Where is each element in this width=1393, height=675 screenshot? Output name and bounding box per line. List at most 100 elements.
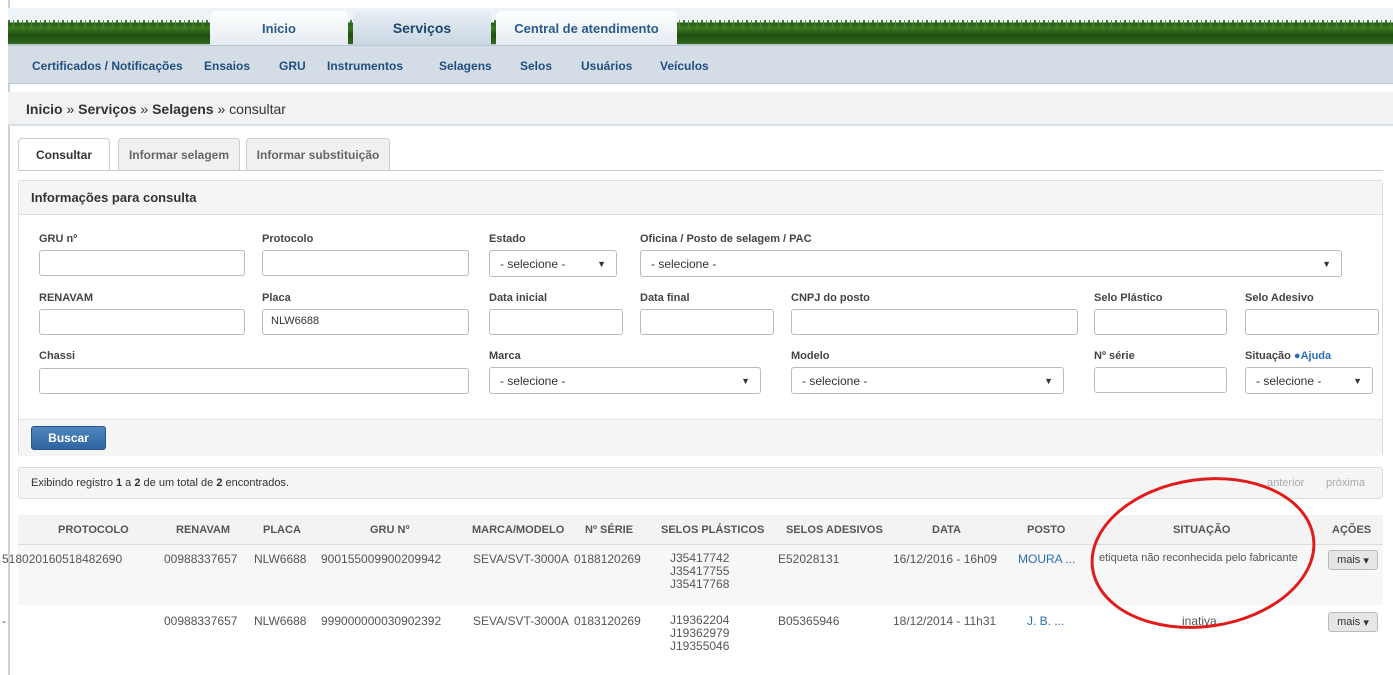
panel-title: Informações para consulta [19, 181, 1382, 215]
cell-renavam: 00988337657 [164, 552, 238, 566]
cell-renavam: 00988337657 [164, 614, 238, 628]
col-situacao: SITUAÇÃO [1173, 524, 1231, 536]
main-tab-central-atendimento[interactable]: Central de atendimento [496, 11, 677, 45]
subnav-usuarios[interactable]: Usuários [581, 59, 632, 73]
cnpj-input[interactable] [791, 309, 1078, 335]
label-situacao-text: Situação [1245, 350, 1291, 362]
chevron-down-icon: ▼ [1044, 376, 1053, 386]
tab-consultar[interactable]: Consultar [18, 138, 110, 171]
col-placa: PLACA [263, 524, 301, 536]
mais-label: mais [1337, 616, 1361, 628]
marca-select[interactable]: - selecione - ▼ [489, 367, 761, 394]
mais-dropdown-button[interactable]: mais ▾ [1328, 550, 1378, 570]
protocolo-input[interactable] [262, 250, 469, 276]
breadcrumb-selagens[interactable]: Selagens [152, 101, 213, 117]
mais-label: mais [1337, 554, 1361, 566]
marca-select-value: - selecione - [500, 374, 566, 388]
estado-select-value: - selecione - [500, 257, 566, 271]
buscar-button[interactable]: Buscar [31, 426, 106, 450]
mais-dropdown-button[interactable]: mais ▾ [1328, 612, 1378, 632]
tab-divider [18, 170, 1383, 171]
cell-marca: SEVA/SVT-3000A [473, 552, 569, 566]
results-prefix: Exibindo registro [31, 477, 116, 489]
label-placa: Placa [262, 292, 291, 304]
modelo-select[interactable]: - selecione - ▼ [791, 367, 1064, 394]
table-row: - 00988337657 NLW6688 999000000030902392… [2, 607, 1383, 667]
label-protocolo: Protocolo [262, 233, 314, 245]
subnav-selos[interactable]: Selos [520, 59, 552, 73]
selo-plastico: J35417768 [670, 577, 730, 591]
label-marca: Marca [489, 350, 521, 362]
label-data-final: Data final [640, 292, 690, 304]
selo-adesivo-input[interactable] [1245, 309, 1379, 335]
results-text: Exibindo registro 1 a 2 de um total de 2… [31, 477, 289, 489]
label-renavam: RENAVAM [39, 292, 93, 304]
gru-input[interactable] [39, 250, 245, 276]
pager-anterior[interactable]: anterior [1267, 477, 1304, 489]
label-selo-plastico: Selo Plástico [1094, 292, 1163, 304]
chassi-input[interactable] [39, 368, 469, 394]
col-selos-plasticos: SELOS PLÁSTICOS [661, 524, 765, 536]
label-situacao: Situação ●Ajuda [1245, 350, 1331, 362]
cell-data: 18/12/2014 - 11h31 [893, 614, 997, 628]
pager-proxima[interactable]: próxima [1326, 477, 1365, 489]
label-oficina: Oficina / Posto de selagem / PAC [640, 233, 812, 245]
label-cnpj: CNPJ do posto [791, 292, 870, 304]
data-final-input[interactable] [640, 309, 774, 335]
cell-marca: SEVA/SVT-3000A [473, 614, 569, 628]
col-marca-modelo: MARCA/MODELO [472, 524, 565, 536]
cell-gru: 900155009900209942 [321, 552, 442, 566]
subnav-instrumentos[interactable]: Instrumentos [327, 59, 403, 73]
cell-selos-plasticos: J19362204 J19362979 J19355046 [670, 614, 729, 653]
cell-situacao: etiqueta não reconhecida pelo fabricante [1099, 552, 1298, 564]
situacao-select[interactable]: - selecione - ▼ [1245, 367, 1373, 394]
modelo-select-value: - selecione - [802, 374, 868, 388]
cell-selos-adesivos: B05365946 [778, 614, 840, 628]
cell-placa: NLW6688 [254, 614, 307, 628]
subnav-gru[interactable]: GRU [279, 59, 306, 73]
breadcrumb-servicos[interactable]: Serviços [78, 101, 136, 117]
subnav-selagens[interactable]: Selagens [439, 59, 492, 73]
subnav-veiculos[interactable]: Veículos [660, 59, 709, 73]
cell-data: 16/12/2016 - 16h09 [893, 552, 998, 566]
selo-plastico: J19355046 [670, 639, 730, 653]
col-gru: GRU Nº [370, 524, 410, 536]
breadcrumb-separator: » [213, 101, 230, 117]
ajuda-link[interactable]: Ajuda [1301, 350, 1332, 362]
label-data-inicial: Data inicial [489, 292, 548, 304]
tab-informar-substituicao[interactable]: Informar substituição [246, 138, 390, 170]
placa-input[interactable]: NLW6688 [262, 309, 469, 335]
renavam-input[interactable] [39, 309, 245, 335]
label-modelo: Modelo [791, 350, 830, 362]
breadcrumb-inicio[interactable]: Inicio [26, 101, 63, 117]
table-row: 518020160518482690 00988337657 NLW6688 9… [2, 545, 1383, 605]
serie-input[interactable] [1094, 367, 1227, 393]
col-selos-adesivos: SELOS ADESIVOS [786, 524, 883, 536]
results-mid1: a [122, 477, 135, 489]
breadcrumb-current: consultar [229, 101, 286, 117]
results-suffix: encontrados. [222, 477, 290, 489]
chevron-down-icon: ▼ [1322, 259, 1331, 269]
main-tab-servicos[interactable]: Serviços [353, 11, 491, 45]
help-icon[interactable]: ● [1294, 350, 1301, 362]
oficina-select[interactable]: - selecione - ▼ [640, 250, 1342, 277]
chevron-down-icon: ▼ [597, 259, 606, 269]
tab-informar-selagem[interactable]: Informar selagem [118, 138, 240, 170]
cell-selos-plasticos: J35417742 J35417755 J35417768 [670, 552, 729, 591]
cell-posto-link[interactable]: MOURA ... [1018, 552, 1075, 566]
estado-select[interactable]: - selecione - ▼ [489, 250, 617, 277]
subnav-certificados[interactable]: Certificados / Notificações [32, 59, 183, 73]
selo-plastico-input[interactable] [1094, 309, 1227, 335]
data-inicial-input[interactable] [489, 309, 623, 335]
cell-protocolo: - [2, 614, 6, 628]
search-panel: Informações para consulta GRU nº Protoco… [18, 180, 1383, 456]
cell-serie: 0183120269 [574, 614, 641, 628]
table-header: PROTOCOLO RENAVAM PLACA GRU Nº MARCA/MOD… [18, 515, 1383, 545]
cell-posto-link[interactable]: J. B. ... [1027, 614, 1064, 628]
col-serie: Nº SÉRIE [585, 524, 634, 536]
label-serie: Nº série [1094, 350, 1135, 362]
label-selo-adesivo: Selo Adesivo [1245, 292, 1314, 304]
subnav-ensaios[interactable]: Ensaios [204, 59, 250, 73]
main-tab-inicio[interactable]: Inicio [210, 11, 348, 45]
col-posto: POSTO [1027, 524, 1066, 536]
